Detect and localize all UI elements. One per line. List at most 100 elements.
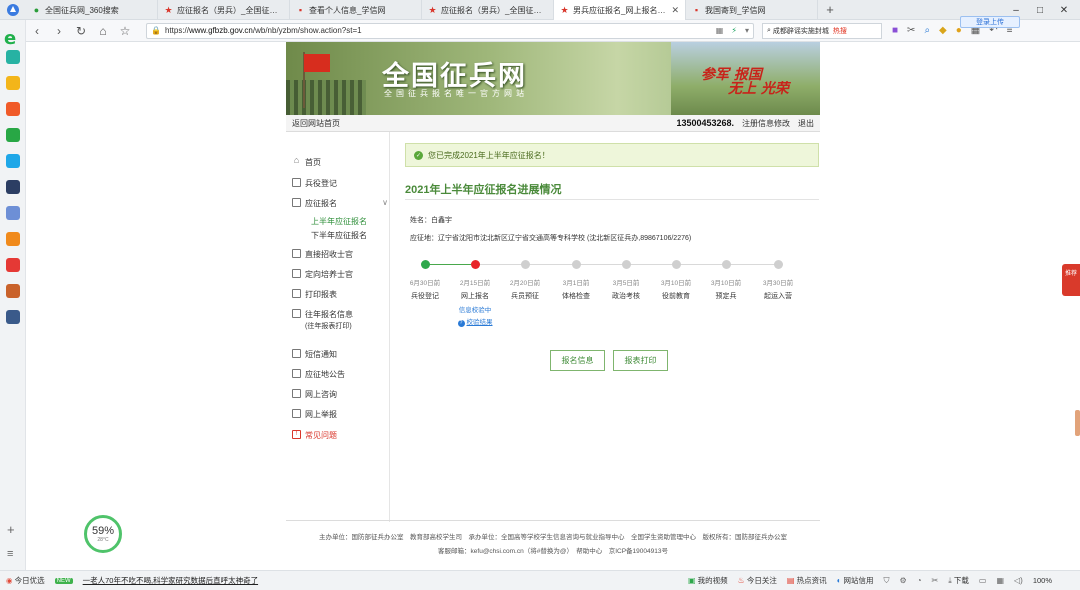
close-icon[interactable]: ✕ bbox=[671, 5, 679, 16]
grid-icon[interactable]: ▦ bbox=[716, 26, 724, 35]
progress-steps: 6月30日前 兵役登记 2月15日前 网上报名 信息校验中 ? 校验结果 2月20… bbox=[398, 253, 820, 333]
document-icon[interactable] bbox=[6, 206, 20, 220]
weather-widget[interactable]: 59% 28°C bbox=[84, 515, 122, 553]
edit-info-link[interactable]: 注册信息修改 bbox=[742, 118, 790, 129]
plugin-icon[interactable] bbox=[6, 50, 20, 64]
document-icon: ▪ bbox=[694, 4, 699, 15]
side-recommend-badge[interactable]: 推荐 bbox=[1062, 264, 1080, 296]
game-icon[interactable] bbox=[6, 180, 20, 194]
game3-icon[interactable] bbox=[6, 310, 20, 324]
shield-icon[interactable]: ⛉ bbox=[884, 576, 890, 586]
printer-icon bbox=[292, 289, 301, 298]
fire-icon: ♨ bbox=[737, 576, 745, 585]
weather-value: 59% bbox=[91, 524, 115, 537]
minimize-button[interactable]: – bbox=[1010, 5, 1022, 16]
folder-icon[interactable] bbox=[6, 128, 20, 142]
refresh-icon[interactable]: ↻ bbox=[70, 24, 92, 38]
forward-icon[interactable]: › bbox=[48, 24, 70, 38]
tab-gfbzb-active[interactable]: ★ 男兵应征报名_网上报名_全国征 ✕ bbox=[554, 0, 686, 20]
nav-item-direct-recruit[interactable]: 直接招收士官 bbox=[292, 249, 388, 260]
new-tab-button[interactable]: + bbox=[818, 0, 842, 19]
mall-icon[interactable] bbox=[6, 258, 20, 272]
zoom-level[interactable]: 100% bbox=[1033, 576, 1052, 585]
logout-link[interactable]: 退出 bbox=[798, 118, 814, 129]
nav-item-notice[interactable]: 应征地公告 bbox=[292, 369, 388, 380]
game2-icon[interactable] bbox=[6, 284, 20, 298]
nav-item-apply[interactable]: 应征报名 ∨ bbox=[292, 198, 388, 209]
today-picks[interactable]: ◉ 今日优选 bbox=[6, 575, 45, 586]
nav-item-consult[interactable]: 网上咨询 bbox=[292, 389, 388, 400]
search-input[interactable]: ⌕ 成都辟谣实施封城 热搜 bbox=[762, 22, 882, 39]
cut-icon[interactable]: ✂ bbox=[932, 576, 939, 585]
nav-label: 应征报名 bbox=[305, 199, 337, 208]
nav-item-register[interactable]: 兵役登记 bbox=[292, 178, 388, 189]
hot-search-label[interactable]: 热搜 bbox=[833, 26, 847, 36]
hot-button[interactable]: ♨ 今日关注 bbox=[738, 575, 777, 586]
nav-item-history[interactable]: 往年报名信息 (往年报表打印) bbox=[292, 309, 388, 332]
extension-icon[interactable]: ■ bbox=[892, 25, 898, 36]
bookmark-star-icon[interactable]: ☆ bbox=[114, 24, 136, 38]
video-icon[interactable] bbox=[6, 154, 20, 168]
url-input[interactable]: 🔒 https://www.gfbzb.gov.cn/wb/nb/yzbm/sh… bbox=[146, 22, 754, 39]
nav-label: 短信通知 bbox=[305, 350, 337, 359]
browser-logo-icon[interactable]: e bbox=[4, 28, 22, 49]
nav-item-print[interactable]: 打印报表 bbox=[292, 289, 388, 300]
weibo-icon[interactable] bbox=[6, 102, 20, 116]
nav-item-faq[interactable]: ! 常见问题 bbox=[292, 430, 388, 441]
footer-line-1: 主办单位：国防部征兵办公室 教育部高校学生司 承办单位：全国高等学校学生信息咨询… bbox=[319, 534, 787, 541]
find-icon[interactable]: ⌕ bbox=[924, 25, 930, 36]
tab-chsi-2[interactable]: ▪ 我国寄到_学信网 bbox=[686, 0, 818, 20]
clock-icon[interactable]: ◔ bbox=[917, 576, 922, 585]
nav-item-directed-training[interactable]: 定向培养士官 bbox=[292, 269, 388, 280]
my-video-button[interactable]: ▣ 我的视频 bbox=[688, 575, 728, 586]
tab-gfbzb-2[interactable]: ★ 应征报名（男兵）_全国征兵网 bbox=[422, 0, 554, 20]
credit-button[interactable]: ◐ 网站信用 bbox=[837, 575, 874, 586]
tab-gfbzb-1[interactable]: ★ 应征报名（男兵）_全国征兵网 bbox=[158, 0, 290, 20]
maximize-button[interactable]: □ bbox=[1034, 5, 1046, 16]
lightning-icon[interactable]: ⚡ bbox=[731, 26, 737, 35]
gear-icon[interactable]: ⚙ bbox=[900, 576, 907, 585]
step-dot bbox=[721, 260, 731, 269]
window-controls: – □ ✕ bbox=[1010, 0, 1080, 20]
tab-360-search[interactable]: ● 全国征兵网_360搜索 bbox=[26, 0, 158, 20]
close-window-button[interactable]: ✕ bbox=[1058, 5, 1070, 16]
tab-chsi-info[interactable]: ▪ 查看个人信息_学信网 bbox=[290, 0, 422, 20]
back-home-link[interactable]: 返回网站首页 bbox=[292, 118, 340, 129]
step-dot bbox=[621, 260, 631, 269]
nav-label: 常见问题 bbox=[305, 431, 337, 440]
verify-result-link[interactable]: ? 校验结果 bbox=[445, 316, 505, 327]
star-icon: ★ bbox=[560, 4, 569, 15]
menu-icon[interactable]: ≡ bbox=[7, 548, 13, 560]
star-icon[interactable] bbox=[6, 76, 20, 90]
scissors-icon[interactable]: ✂ bbox=[907, 25, 915, 36]
divider bbox=[405, 199, 819, 200]
nav-item-sms[interactable]: 短信通知 bbox=[292, 349, 388, 360]
nav-item-home[interactable]: ⌂ 首页 bbox=[292, 156, 388, 168]
user-phone: 13500453268. bbox=[676, 118, 734, 128]
back-icon[interactable]: ‹ bbox=[26, 24, 48, 38]
chevron-down-icon[interactable]: ▾ bbox=[745, 26, 749, 35]
place-value: 辽宁省沈阳市沈北新区辽宁省交通高等专科学校 (沈北新区征兵办,89867106/… bbox=[438, 235, 692, 242]
nav-item-report[interactable]: 网上举报 bbox=[292, 409, 388, 420]
shield-icon[interactable]: ◆ bbox=[939, 25, 947, 36]
scrollbar-thumb[interactable] bbox=[1075, 410, 1080, 436]
grid-icon[interactable]: ▦ bbox=[996, 576, 1004, 585]
nav-label: 打印报表 bbox=[305, 290, 337, 299]
step-designated-soldier: 3月10日前 预定兵 bbox=[696, 253, 756, 301]
chevron-down-icon: ∨ bbox=[382, 198, 388, 207]
volume-icon[interactable]: ◁) bbox=[1014, 576, 1023, 585]
news-link[interactable]: 一老人70年不吃不喝,科学家研究数据后直呼太神奇了 bbox=[83, 575, 258, 586]
add-icon[interactable]: + bbox=[7, 522, 15, 537]
search-icon: ● bbox=[33, 4, 40, 15]
shop-icon[interactable] bbox=[6, 232, 20, 246]
cloud-upload-button[interactable]: 登录上传 bbox=[960, 16, 1020, 28]
application-info-button[interactable]: 报名信息 bbox=[550, 350, 605, 371]
print-report-button[interactable]: 报表打印 bbox=[613, 350, 668, 371]
download-button[interactable]: ⤓ 下载 bbox=[948, 575, 969, 586]
nav-subitem-first-half[interactable]: 上半年应征报名 bbox=[311, 216, 367, 227]
home-icon[interactable]: ⌂ bbox=[92, 24, 114, 38]
browser-menu-icon[interactable] bbox=[0, 0, 26, 19]
nav-subitem-second-half[interactable]: 下半年应征报名 bbox=[311, 230, 367, 241]
window-icon[interactable]: ▭ bbox=[979, 576, 987, 585]
hotspot-button[interactable]: ▤ 热点资讯 bbox=[787, 575, 827, 586]
